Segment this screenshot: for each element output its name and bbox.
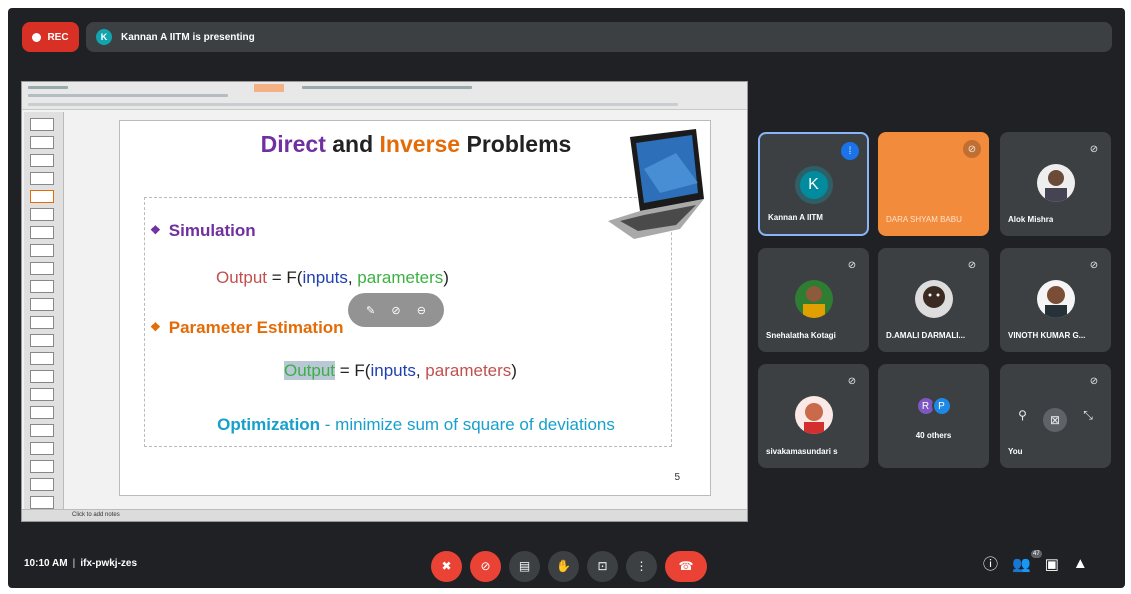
camera-toggle-button[interactable]: ⊘ — [470, 550, 501, 582]
hangup-icon: ☎ — [678, 559, 694, 573]
equation-parameter-estimation: Output = F(inputs, parameters) — [284, 361, 517, 380]
avatar — [794, 396, 833, 434]
participant-tile-dara[interactable]: ⊘ DARA SHYAM BABU — [878, 132, 989, 236]
mic-off-icon: ⊘ — [847, 259, 857, 271]
mic-off-icon: ✖ — [441, 559, 452, 573]
others-label: 40 others — [915, 431, 952, 440]
notes-bar[interactable]: Click to add notes — [22, 509, 747, 521]
activities-icon[interactable]: ▲ — [1073, 555, 1088, 572]
participant-name: D.AMALI DARMALI... — [886, 331, 966, 340]
separator: | — [72, 558, 76, 569]
avatar: P — [931, 396, 952, 416]
people-icon: 👥 — [1012, 555, 1031, 573]
mic-toggle-button[interactable]: ✖ — [431, 550, 462, 582]
others-avatars: R P — [878, 396, 989, 416]
rec-label: REC — [47, 31, 69, 43]
minus-icon[interactable]: ⊖ — [417, 304, 426, 317]
participant-tile-alok[interactable]: ⊘ Alok Mishra — [1000, 132, 1111, 236]
participant-tile-sivakamasundari[interactable]: ⊘ sivakamasundari s — [758, 364, 869, 468]
participant-name: DARA SHYAM BABU — [886, 215, 962, 224]
call-controls: ✖ ⊘ ▤ ✋ ⊡ ⋮ ☎ — [431, 549, 707, 583]
presenter-avatar: K — [96, 29, 112, 45]
more-icon: ⋮ — [635, 559, 648, 573]
info-icon[interactable]: ⓘ — [983, 553, 998, 574]
mic-off-icon: ⊘ — [847, 375, 857, 387]
presenting-text: Kannan A IITM is presenting — [121, 31, 255, 43]
participant-name: Alok Mishra — [1008, 215, 1054, 224]
minimize-icon[interactable]: ⤡ — [1083, 408, 1093, 432]
laptop-icon — [608, 129, 704, 239]
mic-off-icon: ⊘ — [1089, 143, 1099, 155]
mic-off-icon: ⊘ — [1089, 375, 1099, 387]
participant-name: Kannan A IITM — [768, 213, 823, 222]
participant-tile-others[interactable]: R P 40 others — [878, 364, 989, 468]
participant-tile-vinoth[interactable]: ⊘ VINOTH KUMAR G... — [1000, 248, 1111, 352]
participant-tile-you[interactable]: ⊘ ⚲ ⊠ ⤡ You — [1000, 364, 1111, 468]
avatar — [914, 280, 953, 318]
captions-button[interactable]: ▤ — [509, 550, 540, 582]
people-button[interactable]: 👥 47 — [1012, 549, 1042, 573]
recording-badge[interactable]: REC — [22, 22, 79, 52]
speaking-icon: ⁞ — [841, 142, 859, 160]
raise-hand-icon: ✋ — [556, 559, 571, 573]
participant-name: You — [1008, 447, 1023, 456]
self-tile-controls: ⚲ ⊠ ⤡ — [1000, 408, 1111, 432]
chat-icon[interactable]: ▣ — [1045, 555, 1059, 573]
participant-name: Snehalatha Kotagi — [766, 331, 836, 340]
mic-off-icon: ⊘ — [1089, 259, 1099, 271]
shared-screen: Direct and Inverse Problems ❖ Simulation … — [21, 81, 748, 522]
present-icon: ⊡ — [597, 559, 608, 573]
avatar — [1036, 280, 1075, 318]
mic-off-icon: ⊘ — [967, 259, 977, 271]
mic-off-icon: ⊘ — [963, 140, 981, 158]
powerpoint-ribbon — [22, 82, 747, 110]
clock: 10:10 AM — [24, 558, 68, 569]
pin-icon[interactable]: ⚲ — [1018, 408, 1027, 432]
pin-icon[interactable]: ✎ — [366, 304, 375, 317]
meet-window: REC K Kannan A IITM is presenting Direct… — [8, 8, 1125, 588]
more-options-button[interactable]: ⋮ — [626, 550, 657, 582]
participant-tile-kannan[interactable]: ⁞ K Kannan A IITM — [758, 132, 869, 236]
camera-off-icon: ⊘ — [480, 559, 491, 573]
presenting-banner[interactable]: K Kannan A IITM is presenting — [86, 22, 1112, 52]
page-number: 5 — [674, 472, 680, 483]
leave-call-button[interactable]: ☎ — [665, 550, 707, 582]
record-dot-icon — [32, 32, 42, 42]
bullet-simulation: ❖ Simulation — [150, 221, 256, 240]
meeting-info: 10:10 AM | ifx-pwkj-zes — [24, 558, 137, 569]
avatar — [1036, 164, 1075, 202]
optimization-text: Optimization - minimize sum of square of… — [217, 415, 615, 434]
present-button[interactable]: ⊡ — [587, 550, 618, 582]
camera-off-icon[interactable]: ⊠ — [1043, 408, 1068, 432]
participant-name: sivakamasundari s — [766, 447, 838, 456]
slide: Direct and Inverse Problems ❖ Simulation … — [119, 120, 711, 496]
participant-tile-snehalatha[interactable]: ⊘ Snehalatha Kotagi — [758, 248, 869, 352]
people-count: 47 — [1031, 549, 1042, 558]
captions-icon: ▤ — [518, 559, 531, 573]
raise-hand-button[interactable]: ✋ — [548, 550, 579, 582]
slide-thumbnails — [24, 112, 64, 512]
equation-simulation: Output = F(inputs, parameters) — [216, 268, 449, 287]
floating-present-controls[interactable]: ✎ ⊘ ⊖ — [348, 293, 444, 327]
side-controls: ⓘ 👥 47 ▣ ▲ — [983, 549, 1088, 574]
avatar — [794, 280, 833, 318]
participant-tile-amali[interactable]: ⊘ D.AMALI DARMALI... — [878, 248, 989, 352]
bullet-parameter-estimation: ❖ Parameter Estimation — [150, 318, 344, 337]
meeting-code: ifx-pwkj-zes — [80, 558, 138, 569]
avatar: K — [794, 166, 833, 204]
participant-name: VINOTH KUMAR G... — [1008, 331, 1086, 340]
mute-icon[interactable]: ⊘ — [391, 304, 400, 317]
